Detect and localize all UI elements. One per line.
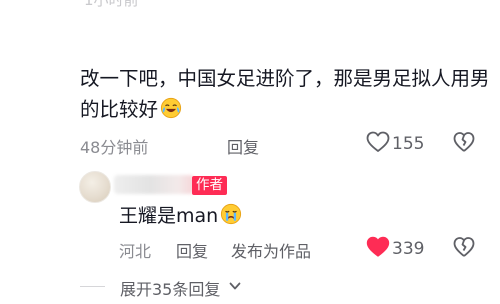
like-count: 155 [392, 134, 425, 154]
expand-replies-button[interactable]: 展开35条回复 [120, 276, 220, 300]
divider [80, 286, 105, 287]
crying-laughing-emoji-icon [160, 97, 182, 119]
heart-filled-icon[interactable] [366, 236, 390, 258]
reply-text-content: 王耀是man [119, 205, 219, 227]
broken-heart-icon-2[interactable] [453, 236, 475, 258]
chevron-down-icon[interactable] [228, 279, 242, 293]
avatar[interactable] [79, 171, 111, 203]
comment-text: 改一下吧，中国女足进阶了，那是男足拟人用男的比较好 [80, 63, 492, 125]
username-blurred[interactable] [114, 175, 194, 194]
comment-time: 48分钟前 [80, 138, 149, 157]
reply-location: 河北 [119, 242, 152, 261]
broken-heart-icon[interactable] [453, 131, 475, 153]
publish-as-work-button[interactable]: 发布为作品 [231, 238, 311, 262]
reply-text: 王耀是man [119, 203, 242, 229]
reply-button-2[interactable]: 回复 [176, 238, 208, 262]
heart-outline-icon[interactable] [366, 131, 390, 153]
like-count-2: 339 [392, 239, 425, 259]
crying-emoji-icon [221, 203, 242, 225]
reply-button[interactable]: 回复 [227, 134, 259, 158]
comment-text-content: 改一下吧，中国女足进阶了，那是男足拟人用男的比较好 [80, 67, 490, 121]
author-badge: 作者 [192, 176, 227, 195]
previous-comment-time: 1小时前 [84, 0, 139, 9]
